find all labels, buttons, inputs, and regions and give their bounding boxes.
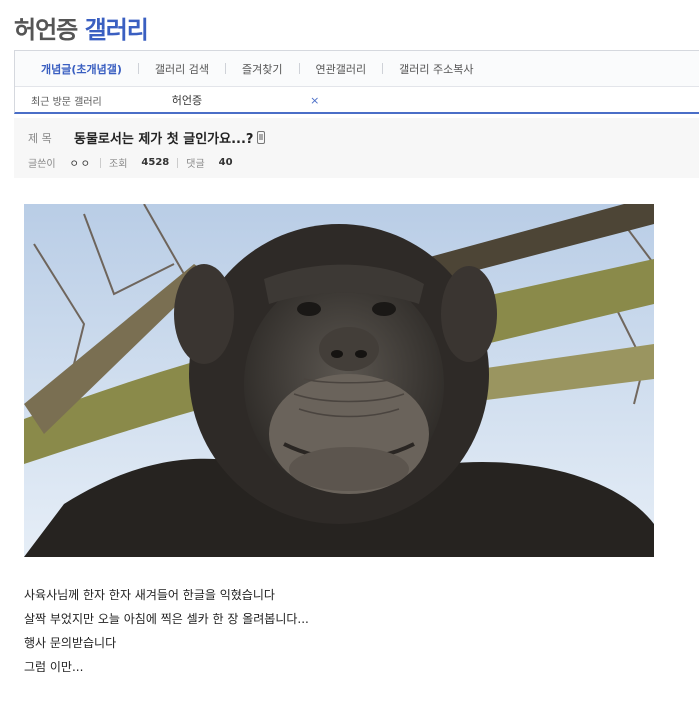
post-subject-row: 제 목 동물로서는 제가 첫 글인가요...? [28, 128, 266, 147]
recent-galleries-bar: 최근 방문 갤러리 허언증 × [15, 87, 699, 113]
gallery-title[interactable]: 허언증 갤러리 [14, 10, 149, 45]
tab-divider [382, 63, 384, 74]
tab-divider [298, 63, 300, 74]
tab-divider [225, 63, 227, 74]
post-image[interactable] [24, 204, 654, 557]
post-meta: 글쓴이 ㅇㅇ 조회 4528 댓글 40 [28, 155, 233, 170]
views-count: 4528 [141, 157, 170, 168]
recent-gallery-item[interactable]: 허언증 [172, 92, 202, 108]
comments-count: 40 [218, 157, 233, 168]
post-body-line: 사육사님께 한자 한자 새겨들어 한글을 익혔습니다 [24, 588, 275, 602]
post-body-line: 행사 문의받습니다 [24, 636, 117, 650]
mobile-icon [257, 131, 266, 144]
author-name[interactable]: ㅇㅇ [70, 155, 92, 170]
post-body: 사육사님께 한자 한자 새겨들어 한글을 익혔습니다 살짝 부었지만 오늘 아침… [24, 583, 309, 679]
tab-divider [137, 63, 139, 74]
gallery-title-suffix: 갤러리 [84, 16, 149, 44]
close-icon[interactable]: × [310, 94, 319, 107]
views-label: 조회 [109, 159, 128, 170]
gallery-tabs: 개념글(초개념갤) 갤러리 검색 즐겨찾기 연관갤러리 갤러리 주소복사 [15, 51, 699, 87]
tab-gallery-search[interactable]: 갤러리 검색 [155, 61, 209, 77]
post-title: 동물로서는 제가 첫 글인가요...? [74, 132, 254, 147]
author-label: 글쓴이 [28, 159, 56, 170]
comments-label: 댓글 [186, 159, 205, 170]
tab-related-galleries[interactable]: 연관갤러리 [316, 61, 367, 77]
tab-copy-gallery-address[interactable]: 갤러리 주소복사 [399, 61, 473, 77]
post-body-line: 그럼 이만... [24, 660, 84, 674]
meta-divider [177, 157, 179, 168]
tab-favorites[interactable]: 즐겨찾기 [242, 61, 282, 77]
subject-label: 제 목 [28, 131, 52, 145]
gallery-nav: 개념글(초개념갤) 갤러리 검색 즐겨찾기 연관갤러리 갤러리 주소복사 최근 … [14, 50, 699, 114]
recent-galleries-label: 최근 방문 갤러리 [31, 96, 102, 108]
post-body-line: 살짝 부었지만 오늘 아침에 찍은 셀카 한 장 올려봅니다... [24, 612, 309, 626]
chimpanzee-photo [24, 204, 654, 557]
post-header: 제 목 동물로서는 제가 첫 글인가요...? 글쓴이 ㅇㅇ 조회 4528 댓… [14, 118, 699, 178]
meta-divider [100, 157, 102, 168]
gallery-title-name: 허언증 [14, 16, 78, 44]
tab-concept-posts[interactable]: 개념글(초개념갤) [41, 61, 122, 77]
